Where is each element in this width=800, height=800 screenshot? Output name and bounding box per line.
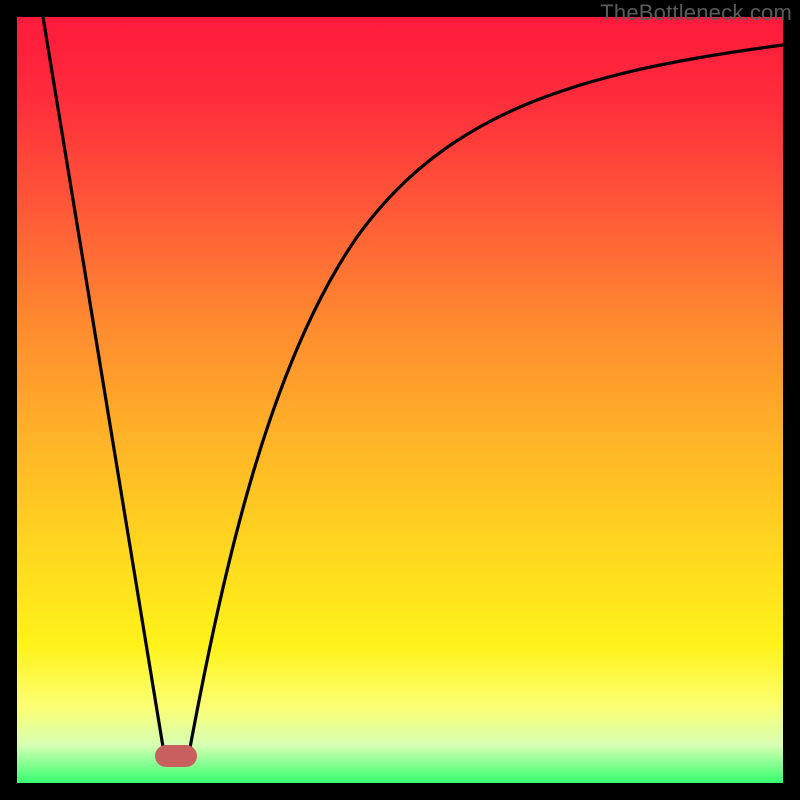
optimal-point-marker [155, 745, 197, 767]
chart-plot-area [17, 17, 783, 783]
curve-left-segment [43, 17, 164, 753]
watermark-text: TheBottleneck.com [600, 0, 792, 26]
curve-right-segment [189, 45, 783, 753]
bottleneck-curve [17, 17, 783, 783]
